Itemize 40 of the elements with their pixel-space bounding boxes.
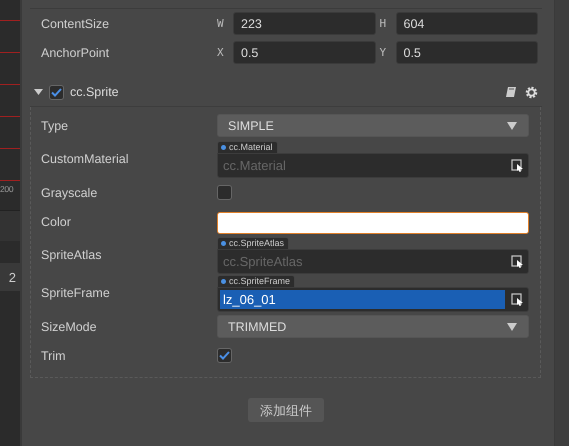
property-label: Color xyxy=(41,214,72,228)
asset-type-tag: cc.Material xyxy=(217,140,278,152)
axis-label: H xyxy=(380,17,388,30)
book-icon[interactable] xyxy=(505,86,517,98)
picker-icon[interactable] xyxy=(511,254,524,268)
number-field[interactable]: 0.5 xyxy=(233,41,376,64)
settings-icon[interactable] xyxy=(525,86,538,98)
number-field[interactable]: 223 xyxy=(233,12,376,35)
axis-label: W xyxy=(217,17,225,30)
add-component-button[interactable]: 添加组件 xyxy=(248,398,324,422)
expand-icon[interactable] xyxy=(34,89,43,95)
property-label: Trim xyxy=(41,348,67,362)
property-label: CustomMaterial xyxy=(41,152,130,166)
picker-icon[interactable] xyxy=(511,158,524,172)
asset-type-tag: cc.SpriteAtlas xyxy=(217,236,290,248)
component-title: cc.Sprite xyxy=(70,85,120,99)
checkbox[interactable] xyxy=(217,348,232,363)
color-field[interactable] xyxy=(217,212,529,234)
type-select[interactable]: TRIMMED xyxy=(217,315,529,338)
dropdown-icon xyxy=(507,322,517,330)
axis-label: Y xyxy=(380,46,388,59)
axis-label: X xyxy=(217,46,225,59)
axis-label: 200 xyxy=(0,184,14,194)
property-label: SizeMode xyxy=(41,320,98,334)
dropdown-icon xyxy=(507,122,517,130)
property-label: Type xyxy=(41,118,70,132)
type-select[interactable]: SIMPLE xyxy=(217,114,529,137)
property-label: AnchorPoint xyxy=(41,46,110,60)
count-label: 2 xyxy=(0,263,20,291)
asset-type-tag: cc.SpriteFrame xyxy=(217,274,296,286)
number-field[interactable]: 0.5 xyxy=(396,41,538,64)
property-label: ContentSize xyxy=(41,16,110,30)
property-label: SpriteAtlas xyxy=(41,248,102,262)
number-field[interactable]: 604 xyxy=(396,12,538,35)
asset-field[interactable]: lz_06_01 xyxy=(217,286,529,312)
checkbox[interactable] xyxy=(217,185,232,200)
property-label: Grayscale xyxy=(41,186,98,200)
property-label: SpriteFrame xyxy=(41,286,111,300)
checkbox[interactable] xyxy=(49,84,64,100)
picker-icon[interactable] xyxy=(511,292,524,306)
